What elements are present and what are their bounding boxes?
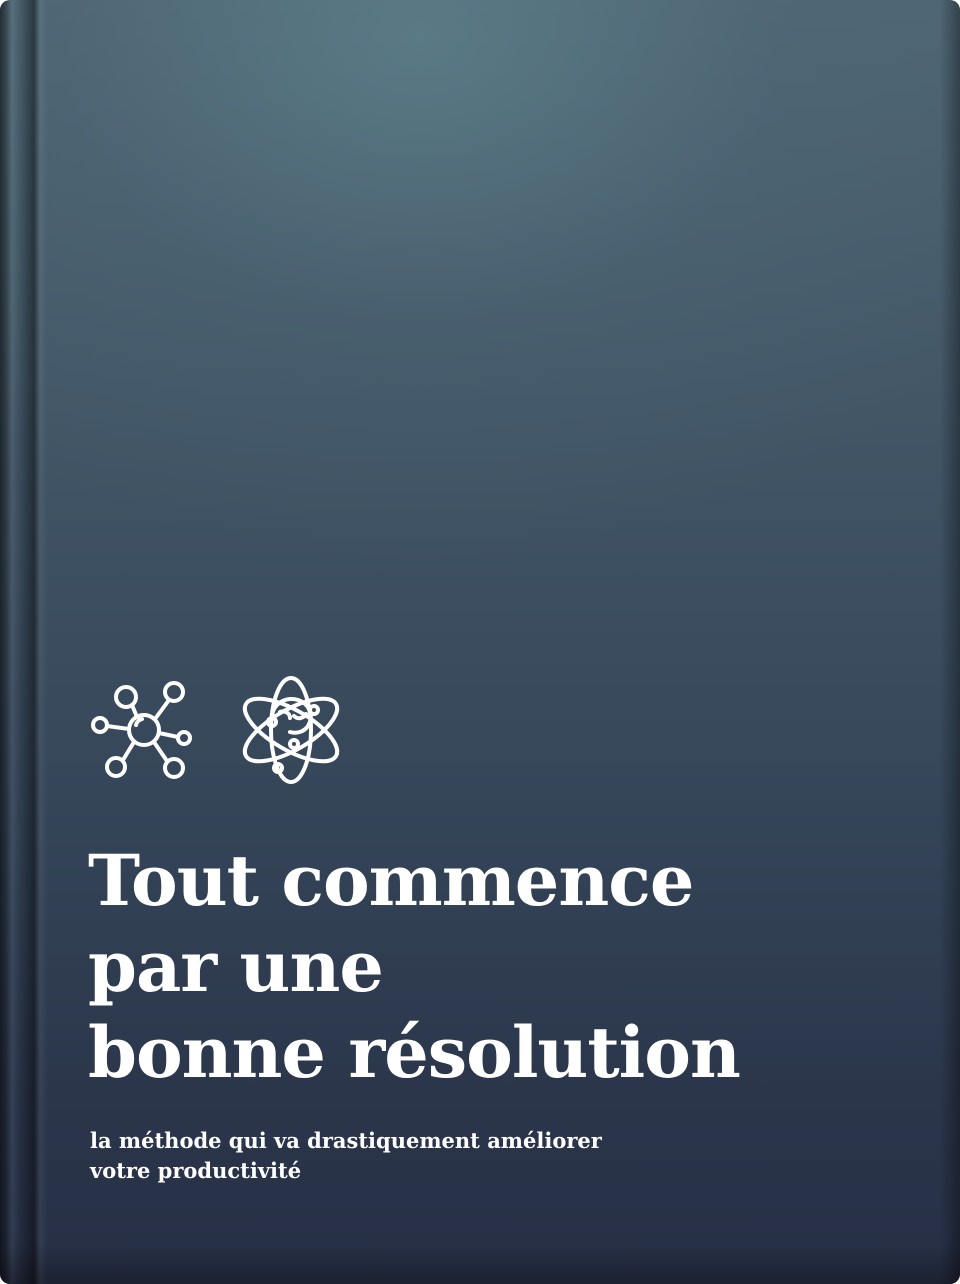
- cover-title-line-1: Tout commence: [88, 839, 694, 922]
- network-molecule-icon: [86, 675, 196, 785]
- brain-atom-icon: [236, 672, 346, 788]
- cover-title: Tout commence par une bonne résolution: [88, 838, 908, 1096]
- cover-subtitle-line-2: votre productivité: [90, 1158, 302, 1183]
- cover-title-line-2: par une: [88, 925, 384, 1008]
- cover-bottom-shadow: [0, 1244, 960, 1284]
- cover-subtitle-line-1: la méthode qui va drastiquement améliore…: [90, 1128, 602, 1153]
- cover-edge-shadow: [940, 0, 960, 1284]
- cover-subtitle: la méthode qui va drastiquement améliore…: [90, 1126, 790, 1186]
- cover-icons: [86, 672, 346, 788]
- cover-title-line-3: bonne résolution: [88, 1011, 741, 1094]
- book-cover: Tout commence par une bonne résolution l…: [0, 0, 960, 1284]
- book-spine: [0, 0, 48, 1284]
